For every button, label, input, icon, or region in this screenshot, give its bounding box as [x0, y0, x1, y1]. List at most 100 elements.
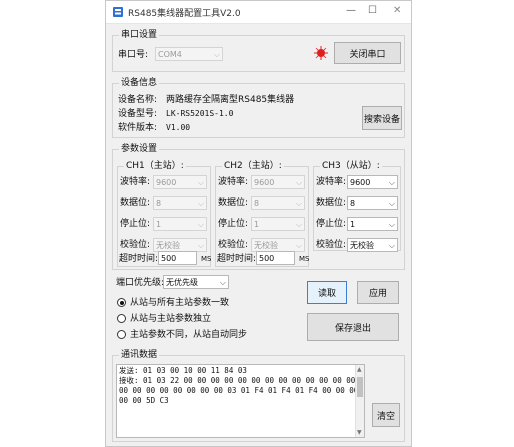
chevron-down-icon: ⌵ [295, 241, 302, 250]
ch2-ms-unit: MS [299, 255, 310, 263]
serial-settings-group: 串口设置 串口号: COM4 ⌵ 关闭串口 [112, 29, 405, 72]
ch3-baud-select[interactable]: 9600 ⌵ [347, 175, 398, 189]
ch2-baud-select[interactable]: 9600 ⌵ [251, 175, 305, 189]
chevron-down-icon: ⌵ [388, 220, 395, 229]
chevron-down-icon: ⌵ [295, 220, 302, 229]
port-value: COM4 [158, 50, 182, 59]
log-line-send: 发送: 01 03 00 10 00 11 84 03 [119, 366, 247, 375]
ch1-ms-unit: MS [201, 255, 212, 263]
ch1-baud-label: 波特率: [120, 177, 151, 187]
software-version-value: V1.00 [166, 123, 191, 132]
mode-radio-independent[interactable] [117, 314, 126, 323]
ch3-data-label: 数据位: [316, 198, 347, 208]
chevron-down-icon: ⌵ [388, 178, 395, 187]
ch3-title: CH3（从站）: [320, 160, 382, 172]
mode-radio-auto-sync[interactable] [117, 330, 126, 339]
title-bar[interactable]: RS485集线器配置工具V2.0 — ☐ ✕ [106, 1, 411, 24]
mode-label-auto-sync: 主站参数不同，从站自动同步 [130, 330, 248, 340]
ch2-stop-label: 停止位: [218, 219, 249, 229]
ch1-timeout-label: 超时时间: [119, 254, 159, 264]
log-line-receive: 接收: 01 03 22 00 00 00 00 00 00 00 00 00 … [119, 376, 356, 385]
ch2-baud-value: 9600 [254, 178, 275, 187]
scroll-up-icon[interactable]: ▲ [357, 366, 362, 373]
ch3-data-select[interactable]: 8 ⌵ [347, 196, 398, 210]
app-window: RS485集线器配置工具V2.0 — ☐ ✕ 串口设置 串口号: COM4 ⌵ … [105, 0, 412, 447]
device-info-group: 设备信息 设备名称: 两路缓存全隔离型RS485集线器 设备型号: LK-RS5… [112, 77, 405, 138]
ch3-parity-select[interactable]: 无校验 ⌵ [347, 238, 398, 252]
ch2-timeout-value: 500 [259, 254, 275, 263]
ch1-data-select[interactable]: 8 ⌵ [153, 196, 207, 210]
ch3-parity-value: 无校验 [350, 241, 374, 250]
ch2-stop-select[interactable]: 1 ⌵ [251, 217, 305, 231]
log-line-receive-end: 00 00 5D C3 [119, 396, 169, 405]
port-label: 串口号: [118, 50, 149, 60]
ch1-title: CH1（主站）: [124, 160, 186, 172]
chevron-down-icon: ⌵ [219, 278, 226, 287]
chevron-down-icon: ⌵ [295, 178, 302, 187]
status-indicator-icon [314, 46, 328, 60]
ch1-data-value: 8 [156, 199, 162, 208]
ch2-parity-label: 校验位: [218, 240, 249, 250]
device-model-value: LK-RS5201S-1.0 [166, 109, 234, 118]
chevron-down-icon: ⌵ [197, 241, 204, 250]
chevron-down-icon: ⌵ [213, 50, 220, 59]
serial-group-title: 串口设置 [119, 29, 160, 41]
ch3-stop-select[interactable]: 1 ⌵ [347, 217, 398, 231]
chevron-down-icon: ⌵ [197, 199, 204, 208]
chevron-down-icon: ⌵ [388, 241, 395, 250]
ch2-data-value: 8 [254, 199, 260, 208]
comm-log-textarea[interactable]: 发送: 01 03 00 10 00 11 84 03 接收: 01 03 22… [116, 364, 365, 438]
comm-data-group: 通讯数据 发送: 01 03 00 10 00 11 84 03 接收: 01 … [112, 349, 405, 442]
ch1-parity-select[interactable]: 无校验 ⌵ [153, 238, 207, 252]
mode-label-independent: 从站与主站参数独立 [130, 314, 212, 324]
ch3-baud-label: 波特率: [316, 177, 347, 187]
ch1-stop-label: 停止位: [120, 219, 151, 229]
maximize-icon[interactable]: ☐ [368, 5, 377, 16]
app-icon [113, 7, 123, 17]
software-version-label: 软件版本: [118, 123, 158, 133]
close-icon[interactable]: ✕ [393, 5, 401, 16]
close-port-button[interactable]: 关闭串口 [334, 42, 401, 64]
device-name-value: 两路缓存全隔离型RS485集线器 [166, 95, 295, 105]
ch1-stop-select[interactable]: 1 ⌵ [153, 217, 207, 231]
ch3-parity-label: 校验位: [316, 240, 347, 250]
save-exit-button[interactable]: 保存退出 [307, 313, 399, 341]
ch3-stop-value: 1 [350, 220, 356, 229]
priority-select[interactable]: 无优先级 ⌵ [163, 275, 229, 289]
log-line-receive-cont: 00 00 00 00 00 00 00 00 03 01 F4 01 F4 0… [119, 386, 359, 395]
mode-radio-sync-all[interactable] [117, 298, 126, 307]
param-settings-group: 参数设置 CH1（主站）: 波特率: 9600 ⌵ 数据位: 8 ⌵ 停止位: … [112, 143, 405, 270]
ch1-timeout-input[interactable]: 500 [158, 251, 197, 265]
log-scrollbar[interactable]: ▲ ▼ [355, 365, 364, 437]
ch3-group: CH3（从站）: 波特率: 9600 ⌵ 数据位: 8 ⌵ 停止位: 1 ⌵ 校… [313, 160, 401, 252]
ch1-data-label: 数据位: [120, 198, 151, 208]
port-select[interactable]: COM4 ⌵ [155, 47, 223, 61]
priority-value: 无优先级 [166, 278, 198, 287]
ch3-stop-label: 停止位: [316, 219, 347, 229]
mode-label-sync-all: 从站与所有主站参数一致 [130, 298, 230, 308]
scroll-down-icon[interactable]: ▼ [357, 429, 362, 436]
param-group-title: 参数设置 [119, 143, 160, 155]
ch2-parity-select[interactable]: 无校验 ⌵ [251, 238, 305, 252]
chevron-down-icon: ⌵ [197, 220, 204, 229]
ch3-baud-value: 9600 [350, 178, 371, 187]
search-device-button[interactable]: 搜索设备 [362, 106, 402, 130]
ch1-baud-select[interactable]: 9600 ⌵ [153, 175, 207, 189]
ch2-timeout-input[interactable]: 500 [256, 251, 295, 265]
ch2-stop-value: 1 [254, 220, 260, 229]
apply-button[interactable]: 应用 [357, 281, 399, 304]
ch1-stop-value: 1 [156, 220, 162, 229]
ch3-data-value: 8 [350, 199, 356, 208]
device-name-label: 设备名称: [118, 95, 158, 105]
scroll-thumb[interactable] [357, 377, 363, 397]
ch1-parity-label: 校验位: [120, 240, 151, 250]
read-button[interactable]: 读取 [307, 281, 347, 304]
ch2-timeout-label: 超时时间: [217, 254, 257, 264]
priority-label: 端口优先级: [116, 278, 165, 288]
clear-button[interactable]: 清空 [372, 403, 400, 427]
ch2-data-select[interactable]: 8 ⌵ [251, 196, 305, 210]
chevron-down-icon: ⌵ [295, 199, 302, 208]
ch1-parity-value: 无校验 [156, 241, 180, 250]
ch2-baud-label: 波特率: [218, 177, 249, 187]
minimize-icon[interactable]: — [346, 5, 356, 16]
